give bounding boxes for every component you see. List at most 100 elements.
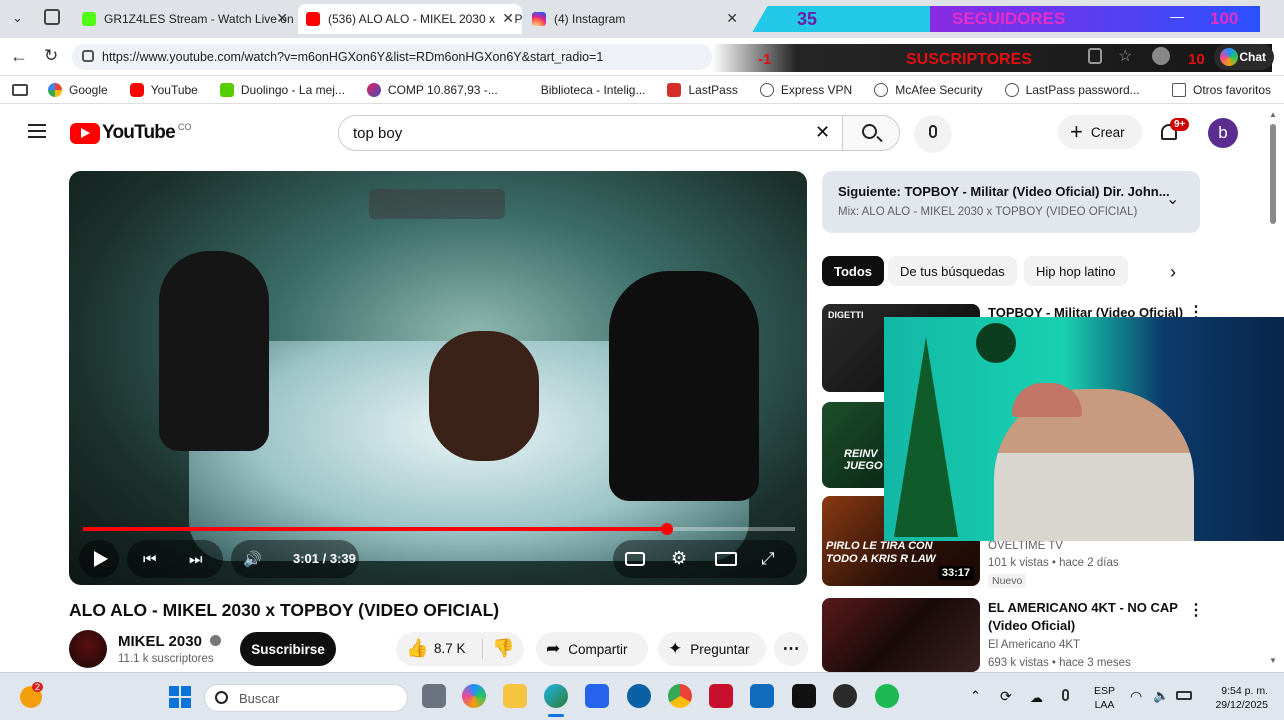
ask-button[interactable]: ✦ Preguntar	[658, 632, 766, 666]
related-channel-4[interactable]: El Americano 4KT	[988, 639, 1080, 651]
dislike-button[interactable]: 👎	[492, 638, 514, 659]
store-icon[interactable]	[585, 684, 609, 708]
sync-icon[interactable]: ⟳	[1000, 688, 1012, 705]
subtitles-icon[interactable]	[625, 552, 645, 566]
chip-hip-hop[interactable]: Hip hop latino	[1024, 256, 1128, 286]
site-info-icon[interactable]	[82, 50, 94, 62]
chrome-icon[interactable]	[668, 684, 692, 708]
create-button[interactable]: + Crear	[1058, 115, 1142, 149]
progress-scrubber[interactable]	[660, 523, 673, 535]
minimize-icon[interactable]: —	[1170, 8, 1184, 24]
related-meta-4: 693 k vistas • hace 3 meses	[988, 657, 1131, 669]
start-button[interactable]	[169, 686, 191, 708]
bookmark-mcafee[interactable]: McAfee Security	[874, 82, 983, 97]
chip-from-searches[interactable]: De tus búsquedas	[888, 256, 1017, 286]
microphone-tray-icon[interactable]	[1062, 689, 1069, 701]
bookmark-expressvpn[interactable]: Express VPN	[759, 82, 852, 97]
wifi-icon[interactable]: ◠	[1130, 688, 1142, 705]
channel-name[interactable]: MIKEL 2030	[118, 633, 222, 650]
page-scrollbar[interactable]: ▲ ▼	[1268, 110, 1278, 670]
voice-search-button[interactable]	[914, 115, 952, 153]
tab-youtube[interactable]: (536) ALO ALO - MIKEL 2030 x TOP ✕	[298, 4, 522, 34]
folder-icon[interactable]	[503, 684, 527, 708]
followers-count: 35	[797, 9, 818, 29]
url-field[interactable]: https://www.youtube.com/watch?v=m6onHGXo…	[72, 44, 712, 70]
scrollbar-thumb[interactable]	[1270, 124, 1276, 224]
search-button[interactable]	[842, 115, 900, 151]
spotify-icon[interactable]	[875, 684, 899, 708]
extensions-icon[interactable]	[1088, 48, 1102, 64]
battery-icon[interactable]	[1176, 691, 1192, 700]
theater-mode-icon[interactable]	[715, 552, 737, 566]
youtube-logo[interactable]: YouTube CO	[70, 122, 191, 144]
copilot-app-icon[interactable]	[462, 684, 486, 708]
progress-track[interactable]	[83, 523, 795, 535]
bookmark-lastpass-password[interactable]: LastPass password...	[1004, 82, 1140, 97]
tiktok-icon[interactable]	[792, 684, 816, 708]
cloud-icon[interactable]: ☁	[1030, 690, 1043, 706]
scroll-down-icon[interactable]: ▼	[1269, 656, 1277, 665]
bookmark-google[interactable]: Google	[48, 82, 108, 97]
settings-icon[interactable]: ⚙	[671, 548, 687, 569]
expand-chevron-icon[interactable]: ⌄	[1166, 189, 1179, 209]
bookmark-lastpass[interactable]: LastPass	[667, 82, 738, 97]
close-tab-icon[interactable]: ✕	[276, 10, 288, 27]
chips-next-icon[interactable]: ›	[1170, 262, 1176, 283]
related-more-icon[interactable]: ⋮	[1188, 600, 1204, 620]
scroll-up-icon[interactable]: ▲	[1269, 110, 1277, 119]
subscribe-button[interactable]: Suscribirse	[240, 632, 336, 666]
back-icon[interactable]: ←	[10, 46, 28, 67]
chip-all[interactable]: Todos	[822, 256, 885, 286]
tab-list-chevron-icon[interactable]: ⌄	[12, 10, 23, 26]
close-tab-icon[interactable]: ✕	[498, 10, 514, 27]
search-input[interactable]: top boy ✕	[338, 115, 844, 151]
favorite-star-icon[interactable]: ☆	[1118, 46, 1132, 66]
tray-chevron-icon[interactable]: ⌃	[970, 688, 981, 704]
clock[interactable]: 9:54 p. m. 29/12/2025	[1208, 684, 1268, 712]
tab-instagram[interactable]: (4) Instagram ✕	[524, 4, 746, 34]
bookmark-youtube[interactable]: YouTube	[129, 82, 198, 97]
language-indicator[interactable]: ESP LAA	[1094, 684, 1115, 712]
speaker-icon[interactable]: 🔈	[1153, 688, 1169, 704]
outlook-icon[interactable]	[750, 684, 774, 708]
share-button[interactable]: ➦ Compartir	[536, 632, 648, 666]
volume-icon[interactable]: 🔊	[243, 550, 262, 568]
related-thumb-4[interactable]	[822, 598, 980, 672]
related-channel-3[interactable]: OVELTIME TV	[988, 540, 1063, 552]
related-title-4[interactable]: EL AMERICANO 4KT - NO CAP (Video Oficial…	[988, 599, 1178, 635]
bookmark-comp[interactable]: COMP 10.867,93 -...	[366, 82, 498, 97]
obs-icon[interactable]	[833, 684, 857, 708]
fullscreen-icon[interactable]: ⤢	[761, 549, 775, 569]
notifications-button[interactable]: 9+	[1158, 118, 1190, 146]
followers-banner-left	[752, 6, 958, 32]
copilot-chat-button[interactable]: Chat	[1214, 44, 1274, 70]
more-actions-button[interactable]: ⋯	[774, 632, 808, 666]
account-avatar[interactable]: b	[1208, 118, 1238, 148]
channel-avatar[interactable]	[69, 630, 107, 668]
menu-icon[interactable]	[28, 124, 46, 138]
play-button[interactable]	[79, 540, 119, 578]
bookmark-duolingo[interactable]: Duolingo - La mej...	[219, 82, 345, 97]
edge-icon[interactable]	[544, 684, 568, 708]
taskbar-search[interactable]: Buscar	[204, 684, 408, 712]
other-favorites[interactable]: Otros favoritos	[1172, 82, 1271, 97]
video-player[interactable]: ⏮ ⏭ 🔊 3:01 / 3:39 ⚙ ⤢	[69, 171, 807, 585]
reading-list-icon[interactable]	[12, 83, 28, 96]
clear-search-icon[interactable]: ✕	[815, 122, 830, 143]
profile-icon[interactable]	[1152, 47, 1170, 65]
file-manager-icon[interactable]	[422, 684, 446, 708]
hp-icon[interactable]	[627, 684, 651, 708]
up-next-card[interactable]: Siguiente: TOPBOY - Militar (Video Ofici…	[822, 171, 1200, 233]
workspaces-icon[interactable]	[44, 9, 60, 25]
mcafee-icon[interactable]	[709, 684, 733, 708]
like-button[interactable]: 👍	[406, 638, 428, 659]
duolingo-icon	[219, 82, 234, 97]
close-tab-icon[interactable]: ✕	[726, 10, 738, 27]
previous-icon[interactable]: ⏮	[143, 551, 157, 568]
tab-kick-stream[interactable]: GR1Z4LES Stream - Watch Live on ✕	[74, 4, 296, 34]
next-icon[interactable]: ⏭	[189, 551, 203, 568]
reload-icon[interactable]: ↻	[44, 46, 58, 66]
weather-widget[interactable]: 2	[20, 682, 44, 708]
bookmark-biblioteca[interactable]: Biblioteca - Intelig...	[519, 82, 645, 97]
search-value: top boy	[353, 124, 403, 142]
